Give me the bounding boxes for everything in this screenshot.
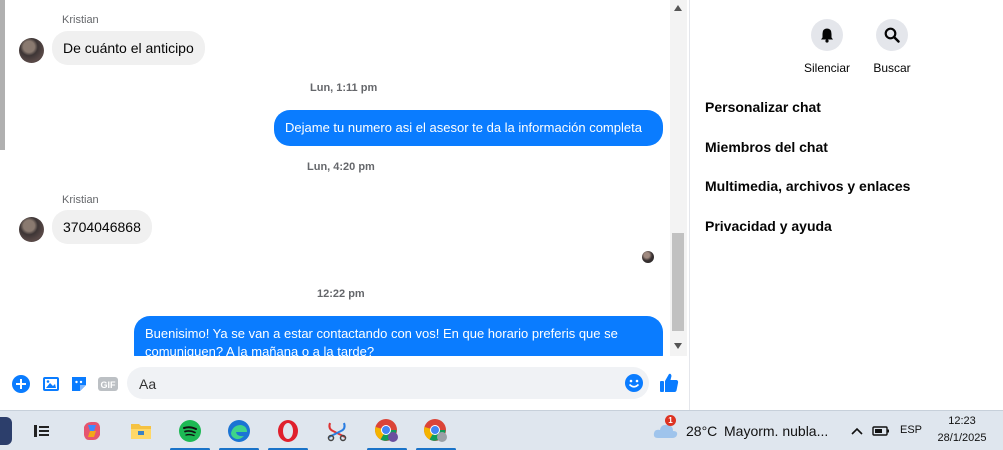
timestamp: 12:22 pm <box>317 288 365 300</box>
message-list: Kristian De cuánto el anticipo Lun, 1:11… <box>0 0 670 356</box>
weather-description[interactable]: Mayorm. nubla... <box>724 423 828 439</box>
weather-temperature[interactable]: 28°C <box>686 423 717 439</box>
search-button[interactable]: Buscar <box>862 19 922 75</box>
start-edge-icon[interactable] <box>0 417 12 445</box>
screen: Kristian De cuánto el anticipo Lun, 1:11… <box>0 0 1003 450</box>
sticker-icon[interactable] <box>69 374 89 394</box>
weather-widget[interactable]: 1 <box>652 415 682 443</box>
menu-item-customize-chat[interactable]: Personalizar chat <box>705 99 821 115</box>
thumbs-up-icon[interactable] <box>658 372 680 392</box>
seen-indicator-avatar <box>642 251 654 263</box>
outgoing-message[interactable]: Buenisimo! Ya se van a estar contactando… <box>134 316 663 356</box>
avatar[interactable] <box>19 217 44 242</box>
windows-taskbar: 1 28°C Mayorm. nubla... ESP 12:23 28/1/2… <box>0 410 1003 450</box>
emoji-icon[interactable] <box>624 373 644 393</box>
bell-icon <box>811 19 843 51</box>
menu-item-media-files-links[interactable]: Multimedia, archivos y enlaces <box>705 178 910 194</box>
opera-icon[interactable] <box>273 416 303 446</box>
weather-alert-badge: 1 <box>665 415 676 426</box>
chrome-profile-2-icon[interactable] <box>421 416 451 446</box>
timestamp: Lun, 1:11 pm <box>310 82 378 94</box>
search-label: Buscar <box>873 61 911 75</box>
gif-icon[interactable]: GIF <box>97 374 119 394</box>
plus-icon[interactable] <box>11 374 31 394</box>
incoming-message[interactable]: De cuánto el anticipo <box>52 31 205 65</box>
scroll-up-icon[interactable] <box>674 5 682 11</box>
mute-label: Silenciar <box>803 61 851 75</box>
spotify-icon[interactable] <box>175 416 205 446</box>
chrome-profile-1-icon[interactable] <box>372 416 402 446</box>
avatar[interactable] <box>19 38 44 63</box>
chevron-up-icon[interactable] <box>844 416 870 446</box>
sender-name: Kristian <box>62 194 99 206</box>
incoming-message[interactable]: 3704046868 <box>52 210 152 244</box>
image-icon[interactable] <box>41 374 61 394</box>
edge-icon[interactable] <box>224 416 254 446</box>
search-icon <box>876 19 908 51</box>
scroll-down-icon[interactable] <box>674 343 682 349</box>
clock-date[interactable]: 28/1/2025 <box>930 432 994 444</box>
chat-info-panel: Silenciar Buscar Personalizar chat Miemb… <box>689 0 1003 410</box>
menu-item-chat-members[interactable]: Miembros del chat <box>705 139 828 155</box>
scrollbar-thumb[interactable] <box>672 233 684 331</box>
gif-label: GIF <box>101 380 117 390</box>
message-input[interactable]: Aa <box>127 367 649 399</box>
message-placeholder: Aa <box>139 376 157 392</box>
battery-plug-icon[interactable] <box>868 416 894 446</box>
outgoing-message[interactable]: Dejame tu numero asi el asesor te da la … <box>274 110 663 146</box>
clock-time[interactable]: 12:23 <box>930 415 994 427</box>
file-explorer-icon[interactable] <box>126 416 156 446</box>
timestamp: Lun, 4:20 pm <box>307 161 375 173</box>
composer: GIF Aa <box>0 362 689 406</box>
snipping-tool-icon[interactable] <box>322 416 352 446</box>
task-view-icon[interactable] <box>26 416 56 446</box>
scrollbar[interactable] <box>670 0 687 356</box>
menu-item-privacy-support[interactable]: Privacidad y ayuda <box>705 218 832 234</box>
mute-button[interactable]: Silenciar <box>797 19 857 75</box>
chat-pane: Kristian De cuánto el anticipo Lun, 1:11… <box>0 0 689 410</box>
copilot-icon[interactable] <box>77 416 107 446</box>
language-indicator[interactable]: ESP <box>898 424 924 436</box>
sender-name: Kristian <box>62 14 99 26</box>
